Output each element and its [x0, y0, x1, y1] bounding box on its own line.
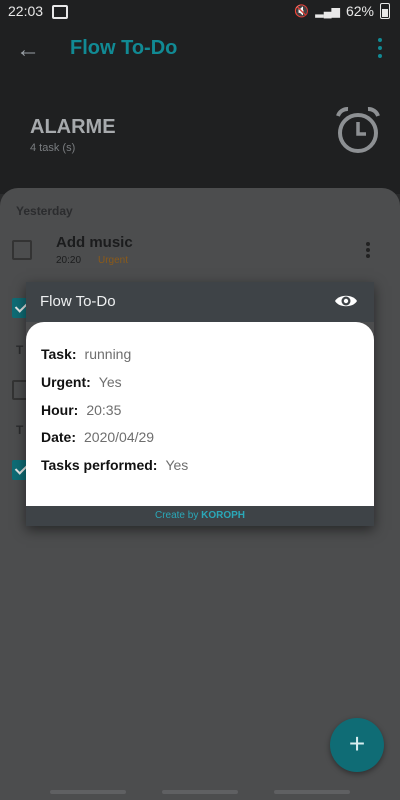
image-notification-icon — [52, 5, 68, 19]
battery-percent: 62% — [345, 3, 374, 19]
detail-value: running — [84, 346, 132, 362]
gesture-bar — [0, 790, 400, 800]
dialog-body: Task: running Urgent: Yes Hour: 20:35 Date:… — [26, 322, 374, 506]
eye-icon[interactable] — [334, 292, 358, 310]
dialog-title: Flow To-Do — [40, 293, 116, 310]
status-bar: 22:03 🔇 ▂▄▆ 62% — [0, 0, 400, 24]
detail-hour: Hour: 20:35 — [41, 402, 121, 418]
more-vert-icon[interactable] — [378, 38, 382, 58]
detail-label: Tasks performed: — [41, 457, 158, 473]
detail-value: 20:35 — [86, 402, 122, 418]
list-title: ALARME — [30, 116, 116, 138]
task-count: 4 task (s) — [30, 142, 76, 154]
detail-label: Task: — [41, 346, 77, 362]
status-time: 22:03 — [8, 3, 44, 19]
detail-value: 2020/04/29 — [84, 429, 155, 445]
task-time: 20:20 — [56, 255, 82, 266]
signal-icon: ▂▄▆ — [315, 5, 340, 18]
task-details-dialog: Flow To-Do Task: running Urgent: Yes Hour:… — [26, 282, 374, 526]
detail-label: Date: — [41, 429, 77, 445]
detail-value: Yes — [98, 374, 122, 390]
dialog-header: Flow To-Do — [26, 282, 374, 322]
dialog-footer: Create by KOROPH — [26, 506, 374, 526]
detail-label: Urgent: — [41, 374, 91, 390]
detail-urgent: Urgent: Yes — [41, 374, 122, 390]
list-header: ALARME 4 task (s) — [0, 76, 400, 194]
alarm-clock-icon — [336, 107, 380, 153]
arrow-left-icon[interactable]: ← — [16, 36, 40, 64]
task-name[interactable]: Add music — [56, 234, 133, 251]
section-yesterday: Yesterday — [16, 204, 73, 218]
detail-tasks-performed: Tasks performed: Yes — [41, 457, 188, 473]
mute-icon: 🔇 — [294, 4, 310, 18]
detail-label: Hour: — [41, 402, 79, 418]
task-menu-icon[interactable] — [366, 242, 370, 260]
task-checkbox[interactable] — [12, 240, 32, 260]
task-urgency: Urgent — [98, 255, 129, 266]
section-label-partial: T — [16, 343, 24, 357]
detail-value: Yes — [165, 457, 189, 473]
footer-prefix: Create by — [154, 510, 199, 521]
app-title: Flow To-Do — [70, 37, 178, 59]
app-bar: ← Flow To-Do — [0, 24, 400, 76]
battery-icon — [380, 3, 390, 19]
detail-date: Date: 2020/04/29 — [41, 429, 154, 445]
add-task-button[interactable]: + — [330, 718, 384, 772]
footer-author: KOROPH — [201, 510, 246, 521]
section-label-partial: T — [16, 423, 24, 437]
status-icons: 🔇 ▂▄▆ 62% — [294, 3, 390, 19]
detail-task: Task: running — [41, 346, 131, 362]
